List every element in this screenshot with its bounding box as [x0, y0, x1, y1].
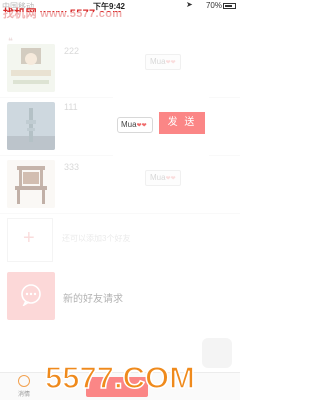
heart-icon: ❤❤	[165, 176, 176, 182]
plus-icon: +	[23, 227, 35, 249]
chat-bubble-icon	[21, 284, 41, 306]
new-friend-request-label[interactable]: 新的好友请求	[63, 290, 123, 305]
add-friend-button[interactable]: +	[7, 218, 53, 262]
list-item[interactable]: 333 Mua❤❤	[0, 156, 240, 214]
list-item[interactable]: 222 Mua❤❤	[0, 40, 240, 98]
chat-icon	[18, 375, 30, 387]
add-friend-hint: 还可以添加3个好友	[62, 234, 131, 243]
mua-chip[interactable]: Mua❤❤	[145, 170, 181, 186]
tab-home[interactable]: 消情	[12, 375, 36, 398]
list-item-title: 222	[64, 46, 80, 56]
avatar	[7, 44, 55, 92]
heart-icon: ❤❤	[165, 60, 176, 66]
popup-mua-chip[interactable]: Mua❤❤	[117, 117, 153, 133]
heart-icon: ❤❤	[136, 123, 147, 129]
avatar	[7, 102, 55, 150]
friend-request-icon-box[interactable]	[7, 272, 55, 320]
tab-home-label: 消情	[17, 392, 30, 398]
location-arrow-icon: ➤	[186, 0, 193, 9]
send-button[interactable]: 发 送	[159, 112, 205, 134]
battery-indicator: 70%	[206, 1, 236, 10]
list-item-title: 111	[64, 102, 78, 112]
mua-chip[interactable]: Mua❤❤	[145, 54, 181, 70]
mua-chip-label: Mua	[150, 173, 166, 182]
mua-chip-label: Mua	[150, 57, 166, 66]
floating-button[interactable]	[202, 338, 232, 368]
list-item-title: 333	[64, 162, 80, 172]
avatar	[7, 160, 55, 208]
popup-mua-label: Mua	[121, 120, 137, 129]
battery-icon	[223, 2, 236, 9]
watermark-bottom-text: 5577.COM	[44, 359, 195, 396]
watermark-bottom: 5577.COM	[34, 358, 206, 398]
battery-percent: 70%	[205, 1, 222, 10]
